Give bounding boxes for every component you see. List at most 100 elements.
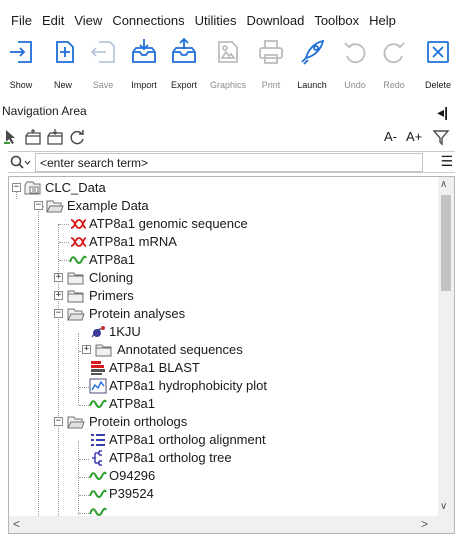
menu-edit[interactable]: Edit <box>42 13 64 28</box>
menu-help[interactable]: Help <box>369 13 396 28</box>
redo-button[interactable]: Redo <box>376 38 412 96</box>
alignment-icon <box>91 434 105 446</box>
launch-label: Launch <box>297 80 327 90</box>
menu-download[interactable]: Download <box>247 13 305 28</box>
tree-label: ATP8a1 ortholog tree <box>109 450 232 465</box>
graph-plot-icon <box>89 378 107 394</box>
scroll-left-arrow-icon[interactable]: < <box>13 517 20 531</box>
scroll-up-arrow-icon[interactable]: ∧ <box>440 179 447 190</box>
menu-toolbox[interactable]: Toolbox <box>314 13 359 28</box>
import-icon <box>132 39 156 63</box>
tree-row-p39524[interactable]: P39524 <box>9 485 439 503</box>
protein-sequence-icon <box>89 471 107 480</box>
graphics-label: Graphics <box>209 80 246 90</box>
search-options-icon[interactable]: ☰ <box>440 153 453 170</box>
tree-label: P39524 <box>109 486 154 501</box>
menu-file[interactable]: File <box>11 13 32 28</box>
horizontal-scrollbar[interactable]: < > <box>9 516 439 533</box>
protein-sequence-icon <box>89 399 107 408</box>
graphics-button[interactable]: Graphics <box>206 38 250 96</box>
toolbar: Show New Save Import Export Graphics Pri… <box>0 38 457 96</box>
tree-row-annotated-sequences[interactable]: + Annotated sequences <box>9 341 439 359</box>
undo-label: Undo <box>344 80 366 90</box>
tree-row-mrna[interactable]: ATP8a1 mRNA <box>9 233 439 251</box>
undo-button[interactable]: Undo <box>337 38 373 96</box>
tree-row-protein-2[interactable]: ATP8a1 <box>9 395 439 413</box>
tree-row-primers[interactable]: + Primers <box>9 287 439 305</box>
menu-utilities[interactable]: Utilities <box>195 13 237 28</box>
refresh-icon[interactable] <box>68 128 86 146</box>
database-folder-icon <box>24 181 41 195</box>
export-button[interactable]: Export <box>164 38 204 96</box>
collapse-toggle[interactable]: − <box>54 417 63 426</box>
scrollbar-thumb[interactable] <box>441 195 451 291</box>
tree-row-ortholog-tree[interactable]: ATP8a1 ortholog tree <box>9 449 439 467</box>
phylogenetic-tree-icon <box>92 450 102 466</box>
tree-row-protein-orthologs[interactable]: − Protein orthologs <box>9 413 439 431</box>
tree-row-example-data[interactable]: − Example Data <box>9 197 439 215</box>
expand-toggle[interactable]: + <box>82 345 91 354</box>
zoom-out-button[interactable]: A- <box>384 129 397 144</box>
search-icon[interactable] <box>9 154 31 172</box>
tree-row-partial[interactable] <box>9 503 439 517</box>
print-button[interactable]: Print <box>254 38 288 96</box>
search-input[interactable] <box>35 153 423 172</box>
tree-row-o94296[interactable]: O94296 <box>9 467 439 485</box>
collapse-toggle[interactable]: − <box>12 183 21 192</box>
tree-row-genomic-sequence[interactable]: ATP8a1 genomic sequence <box>9 215 439 233</box>
protein-sequence-icon <box>69 255 87 264</box>
tree-row-blast[interactable]: ATP8a1 BLAST <box>9 359 439 377</box>
protein-sequence-icon <box>89 489 107 498</box>
import-button[interactable]: Import <box>124 38 164 96</box>
navigation-tree: − CLC_Data − Example Data ATP8a1 genomic… <box>8 176 455 534</box>
new-icon <box>56 41 74 63</box>
show-button[interactable]: Show <box>2 38 40 96</box>
new-folder-icon[interactable] <box>24 128 42 146</box>
tree-row-protein[interactable]: ATP8a1 <box>9 251 439 269</box>
tree-row-protein-analyses[interactable]: − Protein analyses <box>9 305 439 323</box>
tree-label: Cloning <box>89 270 134 285</box>
new-label: New <box>53 80 72 90</box>
blast-result-icon <box>91 361 105 375</box>
navigation-area-header: Navigation Area ◂| <box>0 104 457 124</box>
delete-icon <box>427 41 449 63</box>
menu-connections[interactable]: Connections <box>112 13 184 28</box>
tree-row-clc-data[interactable]: − CLC_Data <box>9 179 439 197</box>
redo-label: Redo <box>383 80 405 90</box>
tree-row-1kju[interactable]: 1KJU <box>9 323 439 341</box>
expand-toggle[interactable]: + <box>54 273 63 282</box>
hide-panel-button[interactable]: ◂| <box>437 104 448 121</box>
scroll-right-arrow-icon[interactable]: > <box>421 517 428 531</box>
delete-button[interactable]: Delete <box>416 38 457 96</box>
tree-row-ortholog-alignment[interactable]: ATP8a1 ortholog alignment <box>9 431 439 449</box>
collapse-toggle[interactable]: − <box>34 201 43 210</box>
tree-label: ATP8a1 hydrophobicity plot <box>109 378 268 393</box>
expand-toggle[interactable]: + <box>54 291 63 300</box>
show-label: Show <box>9 80 33 90</box>
print-icon <box>259 40 283 64</box>
export-label: Export <box>170 80 197 90</box>
tree-label: O94296 <box>109 468 156 483</box>
tree-row-hydrophobicity-plot[interactable]: ATP8a1 hydrophobicity plot <box>9 377 439 395</box>
save-button[interactable]: Save <box>85 38 121 96</box>
import-label: Import <box>131 80 157 90</box>
tree-label: CLC_Data <box>45 180 106 195</box>
navigation-area-title: Navigation Area <box>2 104 87 118</box>
vertical-scrollbar[interactable]: ∧ ∨ <box>438 177 454 517</box>
tree-label: ATP8a1 BLAST <box>109 360 200 375</box>
menu-bar: File Edit View Connections Utilities Dow… <box>0 8 457 32</box>
new-button[interactable]: New <box>44 38 82 96</box>
folder-icon <box>67 290 84 303</box>
filter-icon[interactable] <box>432 128 450 146</box>
launch-button[interactable]: Launch <box>290 38 334 96</box>
import-folder-icon[interactable] <box>46 128 64 146</box>
search-bar: ☰ <box>8 151 455 173</box>
tree-label: ATP8a1 mRNA <box>89 234 177 249</box>
tree-row-cloning[interactable]: + Cloning <box>9 269 439 287</box>
open-folder-icon <box>46 200 64 213</box>
zoom-in-button[interactable]: A+ <box>406 129 422 144</box>
menu-view[interactable]: View <box>74 13 102 28</box>
pointer-arrow-icon[interactable] <box>2 128 20 146</box>
scroll-down-arrow-icon[interactable]: ∨ <box>440 501 447 512</box>
collapse-toggle[interactable]: − <box>54 309 63 318</box>
